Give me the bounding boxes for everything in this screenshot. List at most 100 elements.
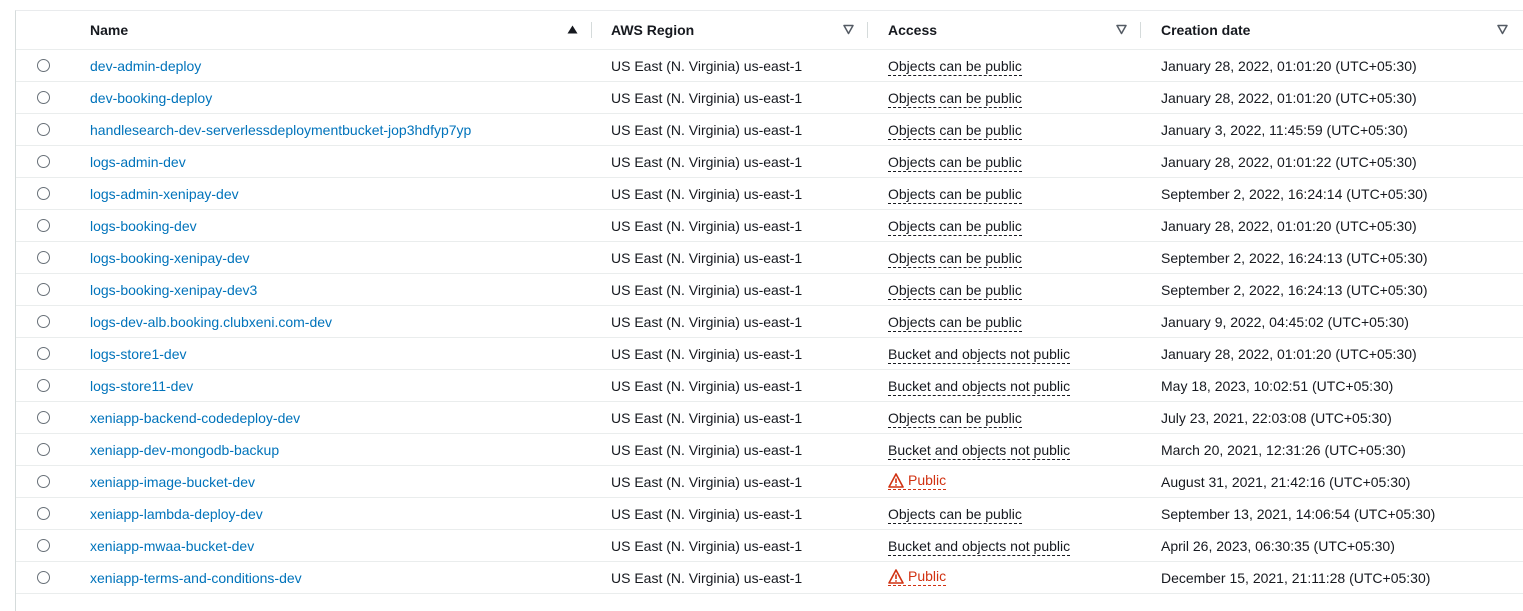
row-select-radio[interactable] — [37, 315, 50, 328]
bucket-name-link[interactable]: logs-booking-xenipay-dev — [90, 250, 250, 266]
bucket-name-cell: logs-dev-alb.booking.clubxeni.com-dev — [70, 305, 592, 338]
bucket-creation-date: September 2, 2022, 16:24:13 (UTC+05:30) — [1161, 249, 1428, 266]
row-select-radio[interactable] — [37, 187, 50, 200]
table-row[interactable]: xeniapp-image-bucket-dev US East (N. Vir… — [16, 465, 1523, 498]
region-column-header[interactable]: AWS Region — [592, 11, 868, 50]
bucket-region-cell: US East (N. Virginia) us-east-1 — [592, 177, 868, 210]
name-column-label: Name — [90, 22, 129, 38]
bucket-date-cell: January 3, 2022, 11:45:59 (UTC+05:30) — [1141, 113, 1523, 146]
bucket-creation-date: December 15, 2021, 21:11:28 (UTC+05:30) — [1161, 569, 1431, 586]
bucket-name-link[interactable]: xeniapp-backend-codedeploy-dev — [90, 410, 300, 426]
row-select-radio[interactable] — [37, 251, 50, 264]
row-select-cell — [16, 401, 70, 434]
table-row[interactable]: dev-booking-deploy US East (N. Virginia)… — [16, 81, 1523, 114]
row-select-radio[interactable] — [37, 283, 50, 296]
access-label[interactable]: Objects can be public — [888, 217, 1022, 236]
sort-caret-down-icon[interactable] — [1497, 24, 1508, 35]
access-label[interactable]: Bucket and objects not public — [888, 441, 1071, 460]
row-select-radio[interactable] — [37, 475, 50, 488]
bucket-access-cell: Objects can be public — [868, 113, 1141, 146]
bucket-name-link[interactable]: logs-store11-dev — [90, 378, 193, 394]
table-row[interactable]: xeniapp-dev-mongodb-backup US East (N. V… — [16, 433, 1523, 466]
bucket-date-cell: January 28, 2022, 01:01:20 (UTC+05:30) — [1141, 337, 1523, 370]
bucket-name-cell: logs-admin-dev — [70, 145, 592, 178]
row-select-radio[interactable] — [37, 443, 50, 456]
table-row[interactable]: logs-booking-dev US East (N. Virginia) u… — [16, 209, 1523, 242]
bucket-name-link[interactable]: logs-store1-dev — [90, 346, 187, 362]
bucket-region-cell: US East (N. Virginia) us-east-1 — [592, 145, 868, 178]
table-row[interactable]: logs-booking-xenipay-dev US East (N. Vir… — [16, 241, 1523, 274]
bucket-region-cell: US East (N. Virginia) us-east-1 — [592, 529, 868, 562]
access-label[interactable]: Objects can be public — [888, 57, 1022, 76]
row-select-radio[interactable] — [37, 219, 50, 232]
row-select-radio[interactable] — [37, 379, 50, 392]
bucket-name-link[interactable]: dev-admin-deploy — [90, 58, 201, 74]
access-label[interactable]: Bucket and objects not public — [888, 377, 1071, 396]
access-label[interactable]: Bucket and objects not public — [888, 345, 1071, 364]
table-row[interactable]: handlesearch-dev-serverlessdeploymentbuc… — [16, 113, 1523, 146]
bucket-name-link[interactable]: logs-booking-xenipay-dev3 — [90, 282, 257, 298]
access-label: Public — [908, 568, 947, 585]
bucket-region: US East (N. Virginia) us-east-1 — [611, 89, 803, 106]
bucket-name-link[interactable]: logs-booking-dev — [90, 218, 197, 234]
access-column-header[interactable]: Access — [868, 11, 1141, 50]
table-row[interactable]: logs-store1-dev US East (N. Virginia) us… — [16, 337, 1523, 370]
public-access-warning[interactable]: Public — [888, 568, 947, 587]
access-label[interactable]: Objects can be public — [888, 249, 1022, 268]
access-label[interactable]: Objects can be public — [888, 121, 1022, 140]
bucket-name-link[interactable]: xeniapp-lambda-deploy-dev — [90, 506, 263, 522]
bucket-name-link[interactable]: logs-admin-dev — [90, 154, 186, 170]
bucket-name-link[interactable]: xeniapp-image-bucket-dev — [90, 474, 255, 490]
row-select-radio[interactable] — [37, 347, 50, 360]
bucket-date-cell: September 2, 2022, 16:24:13 (UTC+05:30) — [1141, 273, 1523, 306]
table-row[interactable]: xeniapp-backend-codedeploy-dev US East (… — [16, 401, 1523, 434]
name-column-header[interactable]: Name — [70, 11, 592, 50]
creation-date-column-header[interactable]: Creation date — [1141, 11, 1523, 50]
row-select-cell — [16, 273, 70, 306]
access-label[interactable]: Objects can be public — [888, 313, 1022, 332]
bucket-creation-date: January 3, 2022, 11:45:59 (UTC+05:30) — [1161, 121, 1408, 138]
row-select-radio[interactable] — [37, 539, 50, 552]
table-row[interactable]: dev-admin-deploy US East (N. Virginia) u… — [16, 49, 1523, 82]
row-select-radio[interactable] — [37, 123, 50, 136]
sort-ascending-icon[interactable] — [567, 24, 578, 35]
bucket-name-link[interactable]: handlesearch-dev-serverlessdeploymentbuc… — [90, 122, 471, 138]
sort-caret-down-icon[interactable] — [843, 24, 854, 35]
public-access-warning[interactable]: Public — [888, 472, 947, 491]
table-row[interactable]: xeniapp-terms-and-conditions-dev US East… — [16, 561, 1523, 594]
table-row[interactable]: logs-dev-alb.booking.clubxeni.com-dev US… — [16, 305, 1523, 338]
sort-caret-down-icon[interactable] — [1116, 24, 1127, 35]
bucket-name-link[interactable]: xeniapp-terms-and-conditions-dev — [90, 570, 302, 586]
bucket-access-cell: Objects can be public — [868, 497, 1141, 530]
table-row[interactable]: xeniapp-lambda-deploy-dev US East (N. Vi… — [16, 497, 1523, 530]
bucket-name-link[interactable]: xeniapp-mwaa-bucket-dev — [90, 538, 254, 554]
table-row[interactable]: logs-store11-dev US East (N. Virginia) u… — [16, 369, 1523, 402]
row-select-cell — [16, 305, 70, 338]
table-row[interactable]: logs-admin-dev US East (N. Virginia) us-… — [16, 145, 1523, 178]
row-select-radio[interactable] — [37, 91, 50, 104]
row-select-radio[interactable] — [37, 507, 50, 520]
bucket-name-link[interactable]: xeniapp-dev-mongodb-backup — [90, 442, 279, 458]
row-select-radio[interactable] — [37, 571, 50, 584]
bucket-region: US East (N. Virginia) us-east-1 — [611, 505, 803, 522]
bucket-name-link[interactable]: logs-admin-xenipay-dev — [90, 186, 239, 202]
bucket-name-link[interactable]: dev-booking-deploy — [90, 90, 212, 106]
access-label[interactable]: Objects can be public — [888, 281, 1022, 300]
row-select-radio[interactable] — [37, 59, 50, 72]
row-select-radio[interactable] — [37, 155, 50, 168]
table-row[interactable]: logs-booking-xenipay-dev3 US East (N. Vi… — [16, 273, 1523, 306]
access-label[interactable]: Objects can be public — [888, 409, 1022, 428]
bucket-region: US East (N. Virginia) us-east-1 — [611, 569, 803, 586]
access-label[interactable]: Bucket and objects not public — [888, 537, 1071, 556]
row-select-radio[interactable] — [37, 411, 50, 424]
access-label[interactable]: Objects can be public — [888, 505, 1022, 524]
table-row[interactable]: logs-admin-xenipay-dev US East (N. Virgi… — [16, 177, 1523, 210]
access-label[interactable]: Objects can be public — [888, 185, 1022, 204]
bucket-access-cell: Bucket and objects not public — [868, 433, 1141, 466]
bucket-region: US East (N. Virginia) us-east-1 — [611, 313, 803, 330]
row-select-cell — [16, 49, 70, 82]
access-label[interactable]: Objects can be public — [888, 153, 1022, 172]
bucket-name-link[interactable]: logs-dev-alb.booking.clubxeni.com-dev — [90, 314, 332, 330]
access-label[interactable]: Objects can be public — [888, 89, 1022, 108]
table-row[interactable]: xeniapp-mwaa-bucket-dev US East (N. Virg… — [16, 529, 1523, 562]
